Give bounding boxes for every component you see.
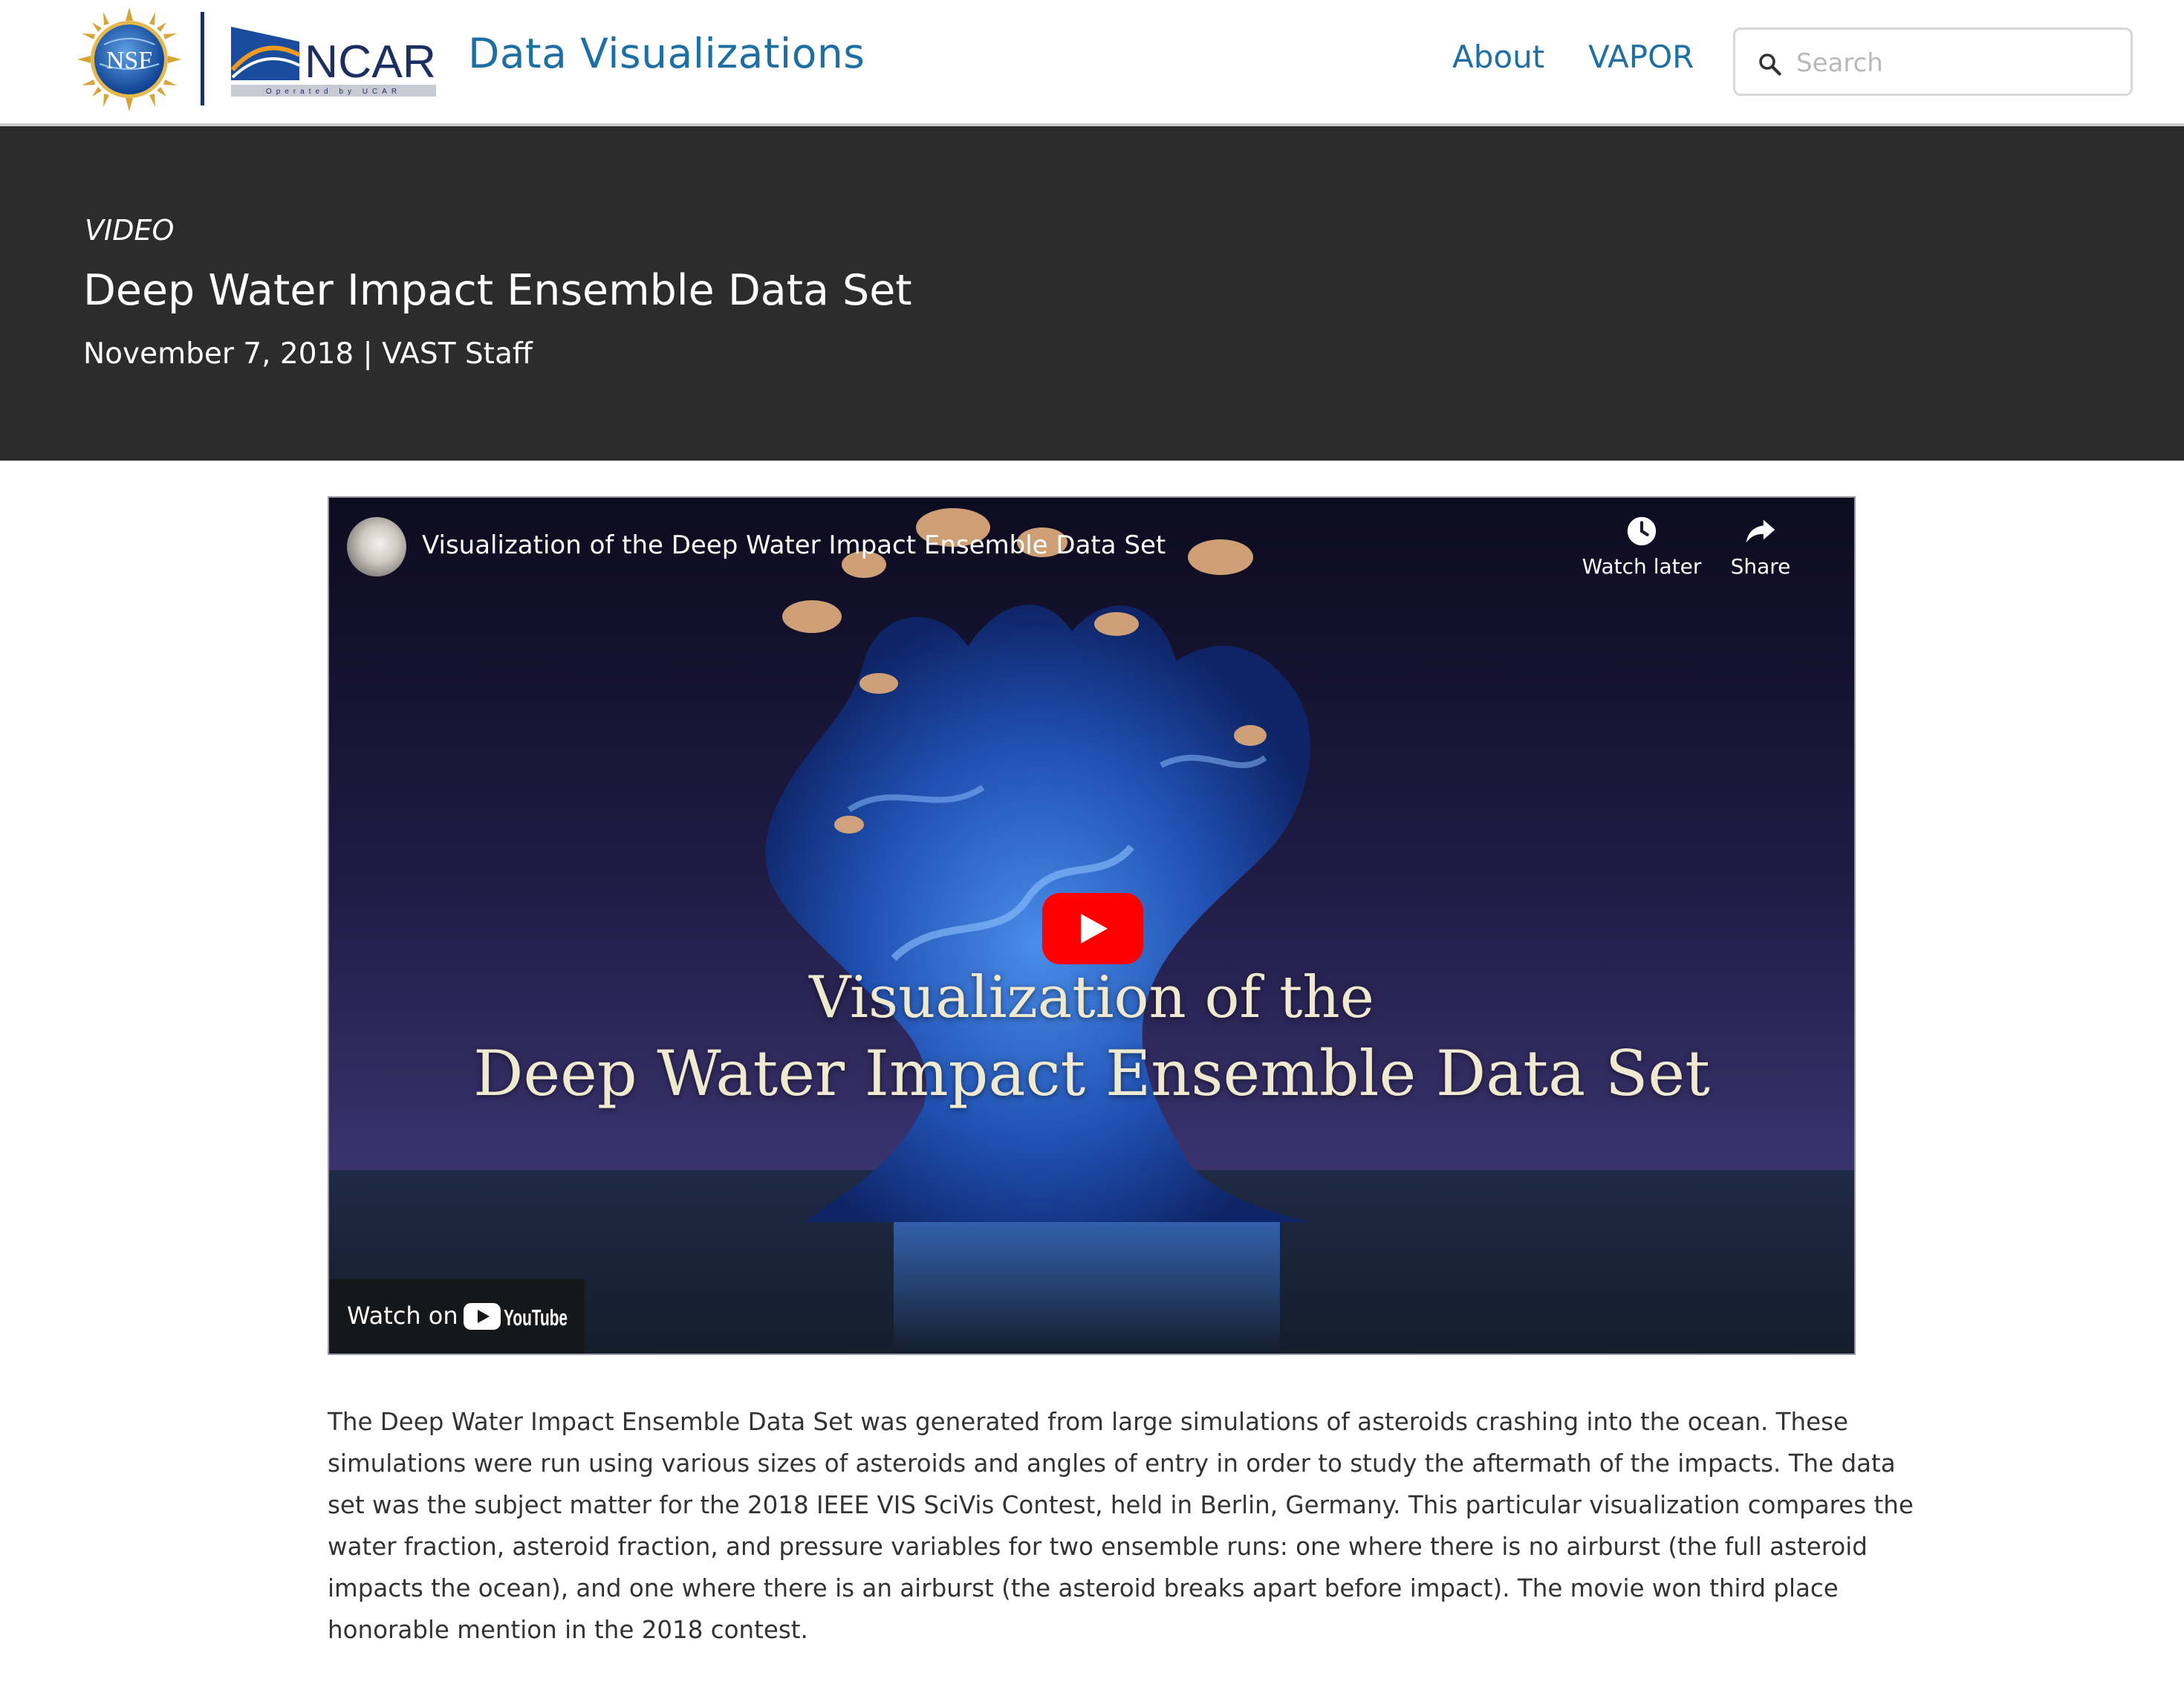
site-header: NSF NCAR Operated by UCAR Data Visualiza…: [0, 0, 2184, 126]
logo-divider: [201, 12, 204, 105]
body-line: set was the subject matter for the 2018 …: [328, 1491, 1914, 1519]
article-body: The Deep Water Impact Ensemble Data Set …: [328, 1401, 1914, 1651]
search-input[interactable]: [1795, 40, 2117, 86]
ncar-logo-subtext: Operated by UCAR: [266, 88, 401, 96]
channel-avatar[interactable]: [347, 517, 406, 576]
body-line: impacts the ocean), and one where there …: [328, 1574, 1839, 1602]
video-overlay-title-line2: Deep Water Impact Ensemble Data Set: [473, 1037, 1710, 1110]
nsf-logo: NSF: [77, 7, 181, 111]
nav-about[interactable]: About: [1452, 39, 1544, 75]
page-title: Deep Water Impact Ensemble Data Set: [83, 266, 912, 315]
body-line: honorable mention in the 2018 contest.: [328, 1616, 808, 1644]
youtube-logo: YouTube: [464, 1303, 568, 1331]
video-title[interactable]: Visualization of the Deep Water Impact E…: [422, 530, 1166, 560]
watch-on-youtube-button[interactable]: Watch on YouTube: [329, 1279, 585, 1354]
body-line: water fraction, asteroid fraction, and p…: [328, 1533, 1868, 1561]
page-hero: VIDEO Deep Water Impact Ensemble Data Se…: [0, 126, 2184, 461]
post-meta: November 7, 2018 | VAST Staff: [83, 337, 533, 371]
search-box[interactable]: [1733, 27, 2133, 96]
watch-later-label: Watch later: [1582, 554, 1702, 579]
nsf-logo-text: NSF: [106, 47, 152, 74]
nav-vapor[interactable]: VAPOR: [1588, 39, 1694, 75]
content-type-label: VIDEO: [85, 214, 175, 247]
watch-on-label: Watch on: [347, 1302, 458, 1330]
share-label: Share: [1730, 554, 1791, 579]
site-title[interactable]: Data Visualizations: [468, 30, 865, 77]
ncar-logo: NCAR Operated by UCAR: [230, 27, 436, 97]
body-line: simulations were run using various sizes…: [328, 1449, 1896, 1478]
youtube-wordmark: YouTube: [504, 1305, 568, 1331]
video-embed[interactable]: Visualization of the Deep Water Impact E…: [328, 496, 1856, 1355]
video-overlay-title-line1: Visualization of the: [809, 964, 1374, 1031]
watch-later-button[interactable]: Watch later: [1579, 514, 1705, 588]
share-button[interactable]: Share: [1697, 514, 1824, 588]
ncar-logo-text: NCAR: [305, 36, 436, 88]
search-icon: [1759, 53, 1781, 76]
clock-icon: [1627, 516, 1657, 546]
body-line: The Deep Water Impact Ensemble Data Set …: [328, 1408, 1849, 1436]
play-button[interactable]: [1042, 893, 1143, 964]
share-icon: [1746, 519, 1775, 543]
